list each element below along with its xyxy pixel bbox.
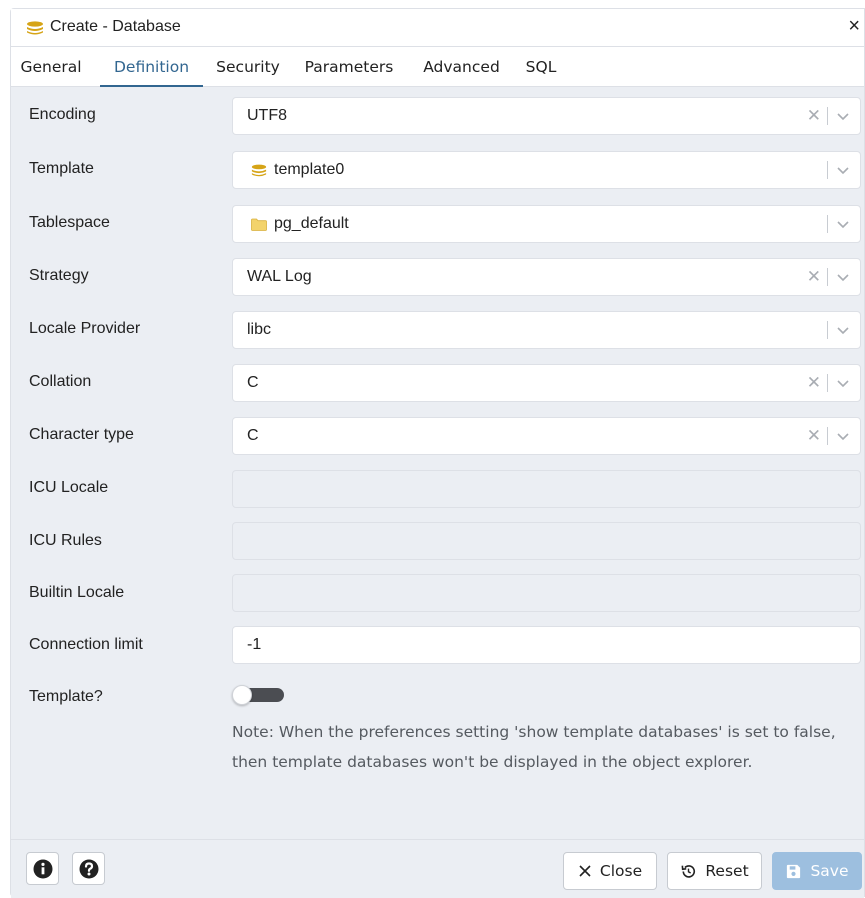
info-icon bbox=[33, 859, 52, 878]
tablespace-label: Tablespace bbox=[29, 214, 110, 231]
strategy-label: Strategy bbox=[29, 267, 89, 284]
reset-icon bbox=[681, 864, 696, 878]
separator bbox=[827, 107, 828, 125]
clear-icon[interactable]: ✕ bbox=[807, 373, 821, 393]
icu-rules-field bbox=[232, 522, 861, 560]
tab-sql[interactable]: SQL bbox=[523, 47, 559, 87]
chevron-down-icon[interactable] bbox=[834, 374, 852, 392]
separator bbox=[827, 321, 828, 339]
separator bbox=[827, 161, 828, 179]
locale-provider-value: libc bbox=[247, 321, 272, 338]
locale-provider-select[interactable]: libc bbox=[232, 311, 861, 349]
locale-provider-label: Locale Provider bbox=[29, 320, 141, 337]
dialog-title: Create - Database bbox=[50, 18, 181, 35]
dialog-titlebar: Create - Database × bbox=[11, 9, 864, 47]
tab-definition[interactable]: Definition bbox=[100, 47, 203, 87]
builtin-locale-field bbox=[232, 574, 861, 612]
is-template-toggle[interactable] bbox=[232, 685, 284, 705]
database-icon bbox=[26, 21, 44, 40]
clear-icon[interactable]: ✕ bbox=[807, 267, 821, 287]
template-label: Template bbox=[29, 160, 94, 177]
chevron-down-icon[interactable] bbox=[834, 268, 852, 286]
encoding-select[interactable]: UTF8 ✕ bbox=[232, 97, 861, 135]
close-icon[interactable]: × bbox=[848, 15, 860, 37]
builtin-locale-label: Builtin Locale bbox=[29, 584, 125, 601]
separator bbox=[827, 215, 828, 233]
chevron-down-icon[interactable] bbox=[834, 215, 852, 233]
save-button-label: Save bbox=[810, 862, 849, 880]
collation-select[interactable]: C ✕ bbox=[232, 364, 861, 402]
template-note: Note: When the preferences setting 'show… bbox=[232, 723, 836, 771]
clear-icon[interactable]: ✕ bbox=[807, 106, 821, 126]
tab-advanced[interactable]: Advanced bbox=[420, 47, 503, 87]
chevron-down-icon[interactable] bbox=[834, 161, 852, 179]
folder-icon bbox=[251, 218, 267, 231]
collation-value: C bbox=[247, 374, 259, 391]
chevron-down-icon[interactable] bbox=[834, 107, 852, 125]
icu-locale-field bbox=[232, 470, 861, 508]
help-icon bbox=[79, 859, 98, 878]
create-database-dialog: Create - Database × General Definition S… bbox=[10, 8, 865, 898]
tablespace-select[interactable]: pg_default bbox=[232, 205, 861, 243]
connection-limit-label: Connection limit bbox=[29, 636, 143, 653]
collation-label: Collation bbox=[29, 373, 92, 390]
icu-locale-label: ICU Locale bbox=[29, 479, 109, 496]
encoding-value: UTF8 bbox=[247, 107, 287, 124]
reset-button[interactable]: Reset bbox=[667, 852, 762, 890]
template-value: template0 bbox=[274, 161, 345, 178]
separator bbox=[827, 427, 828, 445]
encoding-label: Encoding bbox=[29, 106, 96, 123]
character-type-label: Character type bbox=[29, 426, 134, 443]
reset-button-label: Reset bbox=[705, 862, 749, 880]
character-type-select[interactable]: C ✕ bbox=[232, 417, 861, 455]
connection-limit-value: -1 bbox=[247, 636, 262, 653]
save-button[interactable]: Save bbox=[772, 852, 862, 890]
character-type-value: C bbox=[247, 427, 259, 444]
separator bbox=[827, 268, 828, 286]
help-button[interactable] bbox=[72, 852, 105, 885]
tab-parameters[interactable]: Parameters bbox=[301, 47, 397, 87]
tab-bar: General Definition Security Parameters A… bbox=[11, 47, 864, 87]
connection-limit-input[interactable]: -1 bbox=[232, 626, 861, 664]
chevron-down-icon[interactable] bbox=[834, 321, 852, 339]
close-icon bbox=[579, 865, 591, 877]
close-button-label: Close bbox=[599, 862, 643, 880]
clear-icon[interactable]: ✕ bbox=[807, 426, 821, 446]
icu-rules-label: ICU Rules bbox=[29, 532, 102, 549]
tablespace-value: pg_default bbox=[274, 215, 349, 232]
database-icon bbox=[251, 164, 267, 176]
dialog-footer: Close Reset Save bbox=[11, 839, 864, 898]
info-button[interactable] bbox=[26, 852, 59, 885]
strategy-select[interactable]: WAL Log ✕ bbox=[232, 258, 861, 296]
toggle-knob bbox=[232, 685, 252, 705]
close-button[interactable]: Close bbox=[563, 852, 657, 890]
chevron-down-icon[interactable] bbox=[834, 427, 852, 445]
tab-security[interactable]: Security bbox=[212, 47, 284, 87]
tab-general[interactable]: General bbox=[12, 47, 90, 87]
template-select[interactable]: template0 bbox=[232, 151, 861, 189]
save-icon bbox=[787, 864, 801, 878]
strategy-value: WAL Log bbox=[247, 268, 312, 285]
separator bbox=[827, 374, 828, 392]
is-template-label: Template? bbox=[29, 688, 103, 705]
